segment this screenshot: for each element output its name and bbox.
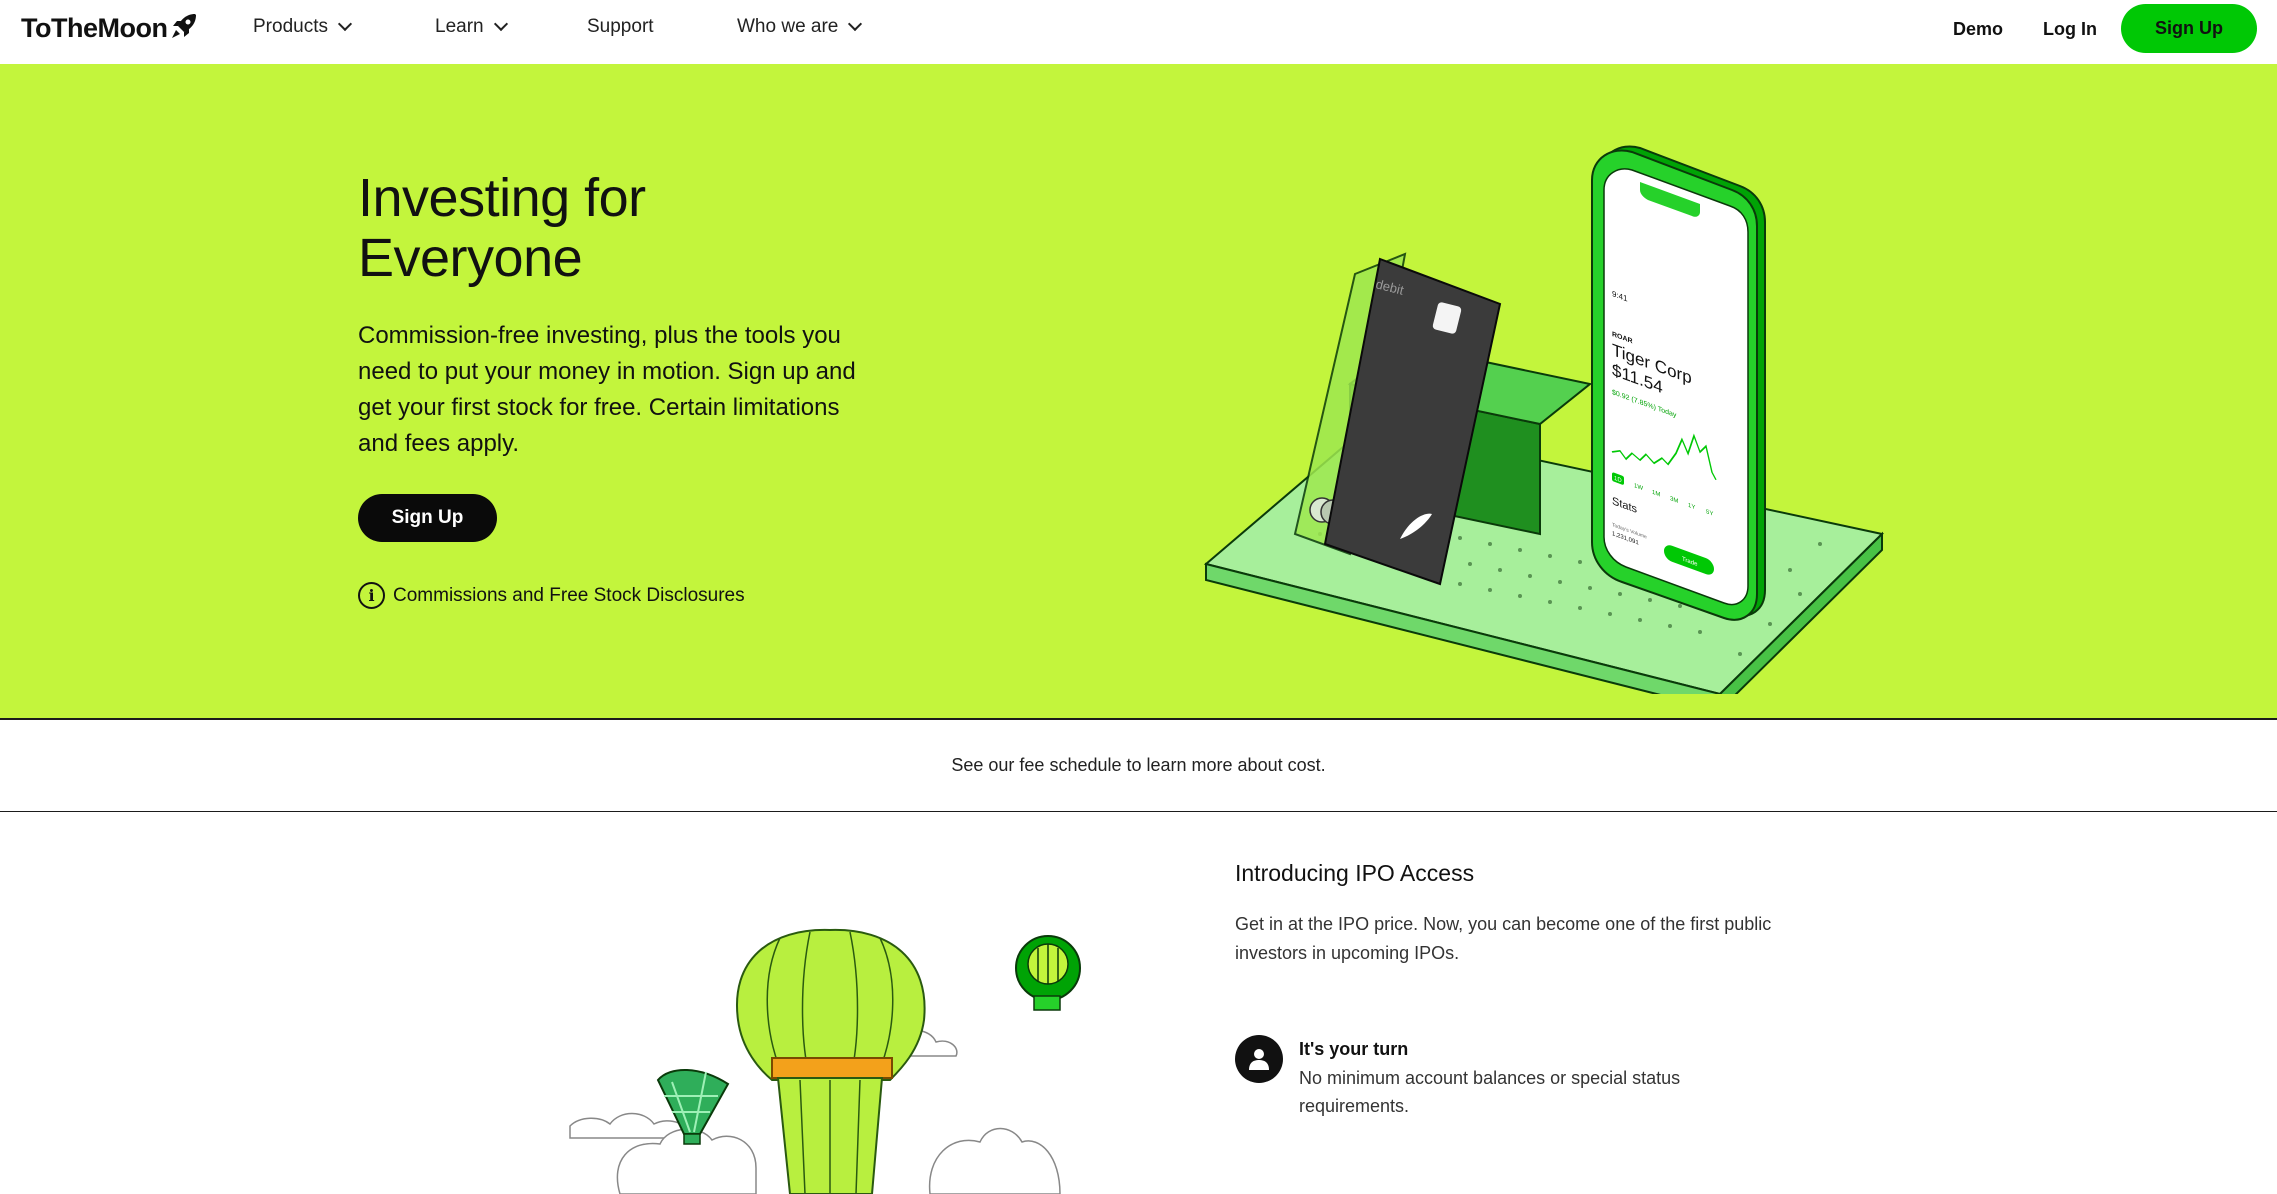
nav-products[interactable]: Products (253, 16, 353, 38)
fee-band: See our fee schedule to learn more about… (0, 720, 2277, 812)
nav-support-label: Support (587, 16, 654, 37)
pegboard-platform (1203, 422, 1885, 694)
chevron-down-icon (493, 16, 508, 32)
hero-title: Investing for Everyone (358, 168, 646, 288)
info-icon: i (358, 582, 385, 609)
disclosure-link[interactable]: i Commissions and Free Stock Disclosures (358, 582, 745, 609)
nav-who-we-are[interactable]: Who we are (737, 16, 863, 38)
disclosure-label: Commissions and Free Stock Disclosures (393, 584, 745, 606)
hero-description: Commission-free investing, plus the tool… (358, 322, 856, 457)
feature-description: No minimum account balances or special s… (1299, 1068, 1681, 1116)
nav-signup-button[interactable]: Sign Up (2121, 4, 2257, 53)
feature-title: It's your turn (1299, 1039, 1409, 1059)
hero-signup-button[interactable]: Sign Up (358, 494, 497, 542)
nav-who-we-are-label: Who we are (737, 16, 839, 37)
top-navigation: ToTheMoon Products Learn Support Who we … (0, 0, 2277, 64)
chevron-down-icon (337, 16, 353, 32)
nav-support[interactable]: Support (587, 16, 654, 38)
small-balloon (1015, 935, 1081, 1011)
logo-text: ToTheMoon (21, 13, 168, 43)
fee-schedule-link[interactable]: See our fee schedule to learn more about… (951, 755, 1325, 776)
nav-learn[interactable]: Learn (435, 16, 508, 38)
login-link[interactable]: Log In (2043, 0, 2097, 58)
hero-section: Investing for Everyone Commission-free i… (0, 64, 2277, 720)
chevron-down-icon (848, 16, 863, 32)
feature-item: It's your turn No minimum account balanc… (1235, 1035, 1719, 1120)
phone-illustration: 9:41 ROAR Tiger Corp $11.54 $0.92 (7.85%… (1591, 145, 1766, 621)
nav-products-label: Products (253, 16, 328, 37)
nav-learn-label: Learn (435, 16, 484, 37)
logo[interactable]: ToTheMoon (21, 13, 199, 44)
hero-illustration: debit 9:41 ROAR Tiger Corp $11.54 $0.92 … (1203, 145, 1885, 694)
balloons-illustration (569, 928, 1081, 1194)
rocket-icon (172, 13, 197, 38)
ipo-description: Get in at the IPO price. Now, you can be… (1235, 914, 1772, 963)
person-icon (1235, 1035, 1283, 1083)
ipo-title: Introducing IPO Access (1235, 860, 1475, 886)
main-balloon (736, 928, 926, 1194)
demo-link[interactable]: Demo (1953, 0, 2003, 58)
